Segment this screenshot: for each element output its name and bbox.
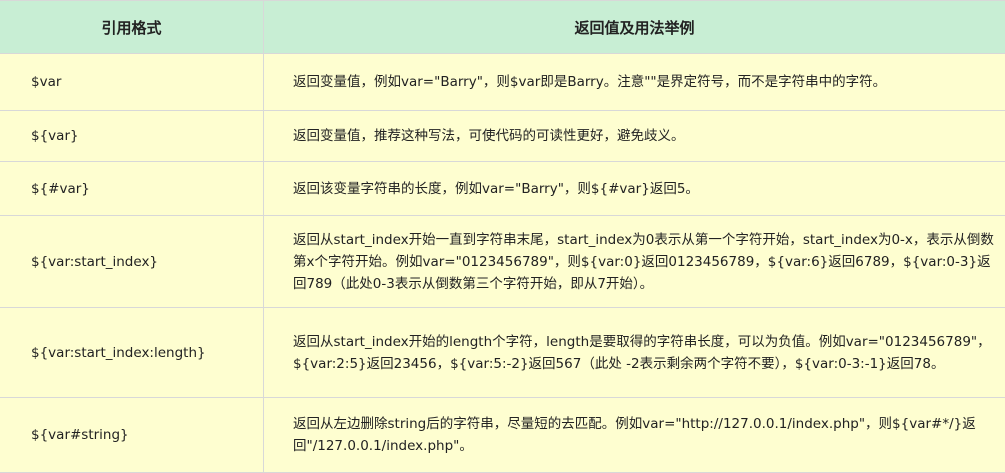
description-cell: 返回从左边删除string后的字符串，尽量短的去匹配。例如var="http:/… (264, 398, 1005, 473)
description-cell: 返回从start_index开始的length个字符，length是要取得的字符… (264, 308, 1005, 398)
header-format: 引用格式 (0, 1, 264, 54)
table-row: ${var:start_index:length} 返回从start_index… (0, 308, 1005, 398)
format-cell: ${var#string} (0, 398, 264, 473)
table-row: ${var#string} 返回从左边删除string后的字符串，尽量短的去匹配… (0, 398, 1005, 473)
format-cell: $var (0, 54, 264, 111)
description-cell: 返回该变量字符串的长度，例如var="Barry"，则${#var}返回5。 (264, 162, 1005, 216)
table-row: ${#var} 返回该变量字符串的长度，例如var="Barry"，则${#va… (0, 162, 1005, 216)
format-cell: ${var:start_index} (0, 216, 264, 308)
table-row: ${var} 返回变量值，推荐这种写法，可使代码的可读性更好，避免歧义。 (0, 111, 1005, 162)
format-cell: ${var:start_index:length} (0, 308, 264, 398)
header-description: 返回值及用法举例 (264, 1, 1005, 54)
variable-reference-table: 引用格式 返回值及用法举例 $var 返回变量值，例如var="Barry"，则… (0, 0, 1005, 473)
table-row: $var 返回变量值，例如var="Barry"，则$var即是Barry。注意… (0, 54, 1005, 111)
format-cell: ${#var} (0, 162, 264, 216)
table-row: ${var:start_index} 返回从start_index开始一直到字符… (0, 216, 1005, 308)
header-row: 引用格式 返回值及用法举例 (0, 1, 1005, 54)
table-header: 引用格式 返回值及用法举例 (0, 1, 1005, 54)
format-cell: ${var} (0, 111, 264, 162)
description-cell: 返回从start_index开始一直到字符串末尾，start_index为0表示… (264, 216, 1005, 308)
table-body: $var 返回变量值，例如var="Barry"，则$var即是Barry。注意… (0, 54, 1005, 473)
description-cell: 返回变量值，例如var="Barry"，则$var即是Barry。注意""是界定… (264, 54, 1005, 111)
description-cell: 返回变量值，推荐这种写法，可使代码的可读性更好，避免歧义。 (264, 111, 1005, 162)
